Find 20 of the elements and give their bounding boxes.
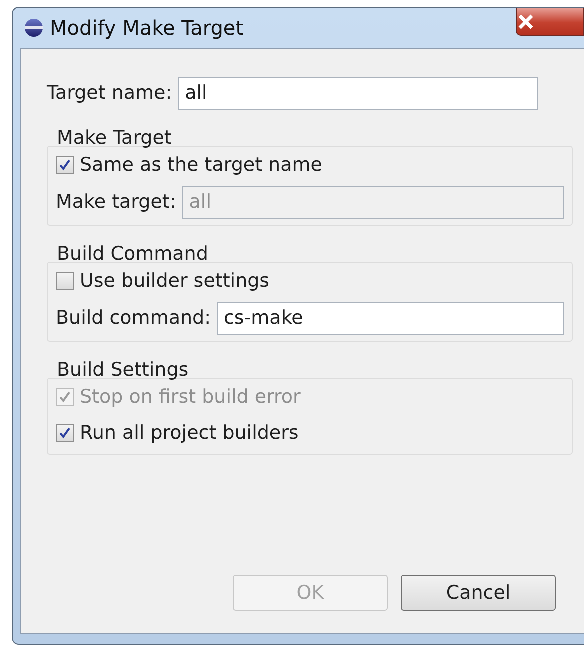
group-title: Build Command: [56, 242, 210, 266]
text-field[interactable]: all: [178, 77, 538, 110]
checkbox[interactable]: [56, 424, 74, 442]
field-label: Make target:: [56, 190, 176, 216]
checkbox-label: Same as the target name: [80, 152, 322, 178]
window-title: Modify Make Target: [50, 15, 244, 42]
cancel-button[interactable]: Cancel: [401, 575, 556, 611]
close-icon[interactable]: [517, 14, 535, 30]
close-button[interactable]: [516, 8, 584, 36]
group-title: Build Settings: [56, 358, 190, 382]
field-label: Target name:: [47, 81, 172, 106]
checkbox-label: Stop on first build error: [80, 384, 301, 410]
checkbox-label: Run all project builders: [80, 420, 299, 446]
checkbox[interactable]: [56, 156, 74, 174]
globe-icon: [24, 18, 44, 38]
text-field[interactable]: cs-make: [216, 302, 564, 335]
checkbox-label: Use builder settings: [80, 268, 270, 294]
field-label: Build command:: [56, 306, 211, 332]
checkbox[interactable]: [56, 272, 74, 290]
group-title: Make Target: [56, 126, 173, 150]
